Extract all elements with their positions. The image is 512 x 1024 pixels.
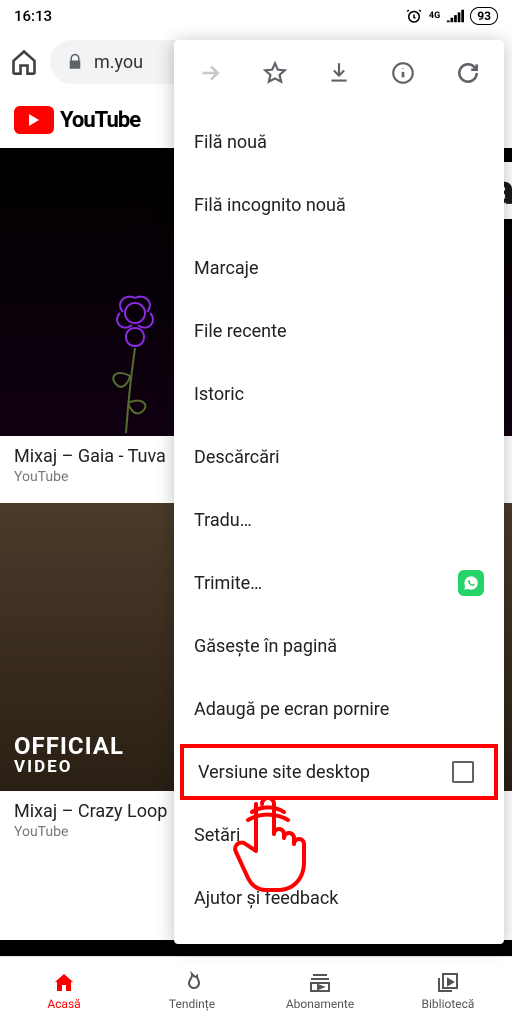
flame-icon [180,971,204,995]
menu-new-tab[interactable]: Filă nouă [174,114,504,170]
nav-label: Acasă [47,997,80,1011]
youtube-logo-icon[interactable] [14,106,54,134]
browser-overflow-menu: Filă nouă Filă incognito nouă Marcaje Fi… [174,40,504,944]
bookmark-star-icon[interactable] [253,51,297,95]
forward-icon [188,51,232,95]
menu-downloads[interactable]: Descărcări [174,429,504,485]
menu-share[interactable]: Trimite… [174,555,504,611]
menu-icon-row [174,40,504,106]
info-icon[interactable] [381,51,425,95]
menu-translate[interactable]: Tradu… [174,492,504,548]
whatsapp-icon [458,570,484,596]
subscriptions-icon [308,971,332,995]
reload-icon[interactable] [446,51,490,95]
menu-settings[interactable]: Setări [174,807,504,863]
menu-history[interactable]: Istoric [174,366,504,422]
signal-icon [446,9,464,23]
status-time: 16:13 [14,7,52,25]
menu-recent-tabs[interactable]: File recente [174,303,504,359]
youtube-wordmark: YouTube [60,108,140,133]
desktop-site-checkbox[interactable] [452,761,474,783]
nav-label: Tendințe [169,997,215,1011]
home-icon[interactable] [10,48,38,76]
nav-library[interactable]: Bibliotecă [384,957,512,1024]
nav-subscriptions[interactable]: Abonamente [256,957,384,1024]
menu-bookmarks[interactable]: Marcaje [174,240,504,296]
nav-label: Abonamente [286,997,354,1011]
menu-add-homescreen[interactable]: Adaugă pe ecran pornire [174,681,504,737]
menu-desktop-site[interactable]: Versiune site desktop [180,744,498,800]
status-bar: 16:13 4G 93 [0,0,512,32]
menu-find-in-page[interactable]: Găsește în pagină [174,618,504,674]
library-icon [436,971,460,995]
download-icon[interactable] [317,51,361,95]
battery-indicator: 93 [470,7,498,25]
home-filled-icon [52,971,76,995]
official-video-badge: OFFICIAL VIDEO [14,734,124,777]
nav-home[interactable]: Acasă [0,957,128,1024]
lock-icon [66,53,84,71]
nav-trending[interactable]: Tendințe [128,957,256,1024]
network-type: 4G [429,12,440,20]
status-indicators: 4G 93 [405,7,498,25]
url-text: m.you [94,52,143,73]
menu-list: Filă nouă Filă incognito nouă Marcaje Fi… [174,106,504,944]
alarm-icon [405,7,423,25]
menu-new-incognito[interactable]: Filă incognito nouă [174,177,504,233]
nav-label: Bibliotecă [422,997,475,1011]
bottom-navigation: Acasă Tendințe Abonamente Bibliotecă [0,956,512,1024]
menu-help-feedback[interactable]: Ajutor și feedback [174,870,504,926]
